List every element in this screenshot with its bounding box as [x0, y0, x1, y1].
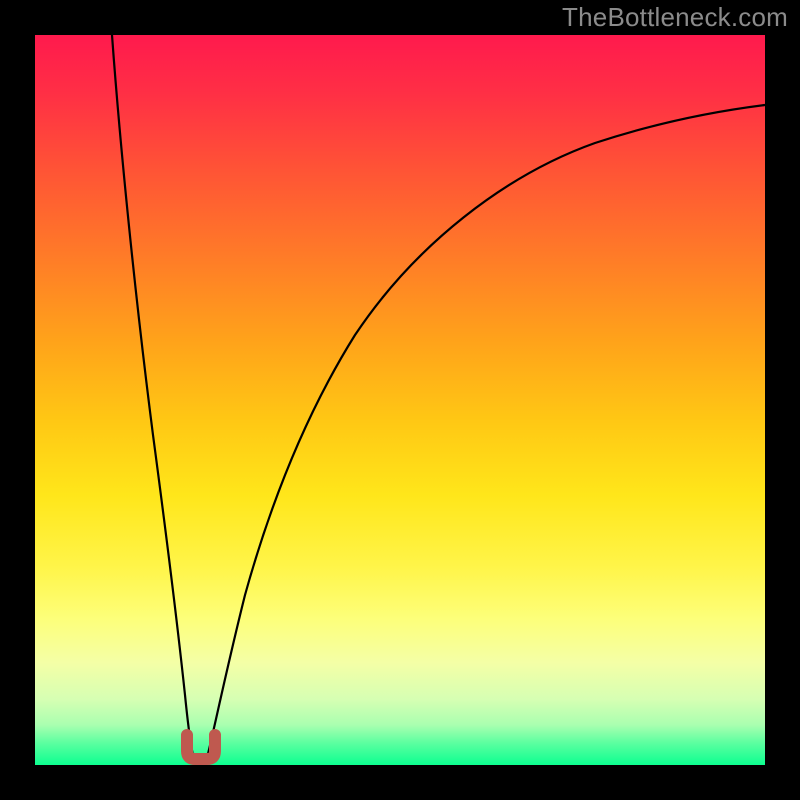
left-curve [112, 35, 195, 762]
optimum-marker [187, 735, 215, 759]
plot-area [35, 35, 765, 765]
right-curve [206, 105, 765, 762]
chart-frame: TheBottleneck.com [0, 0, 800, 800]
curves-svg [35, 35, 765, 765]
watermark-text: TheBottleneck.com [562, 2, 788, 33]
